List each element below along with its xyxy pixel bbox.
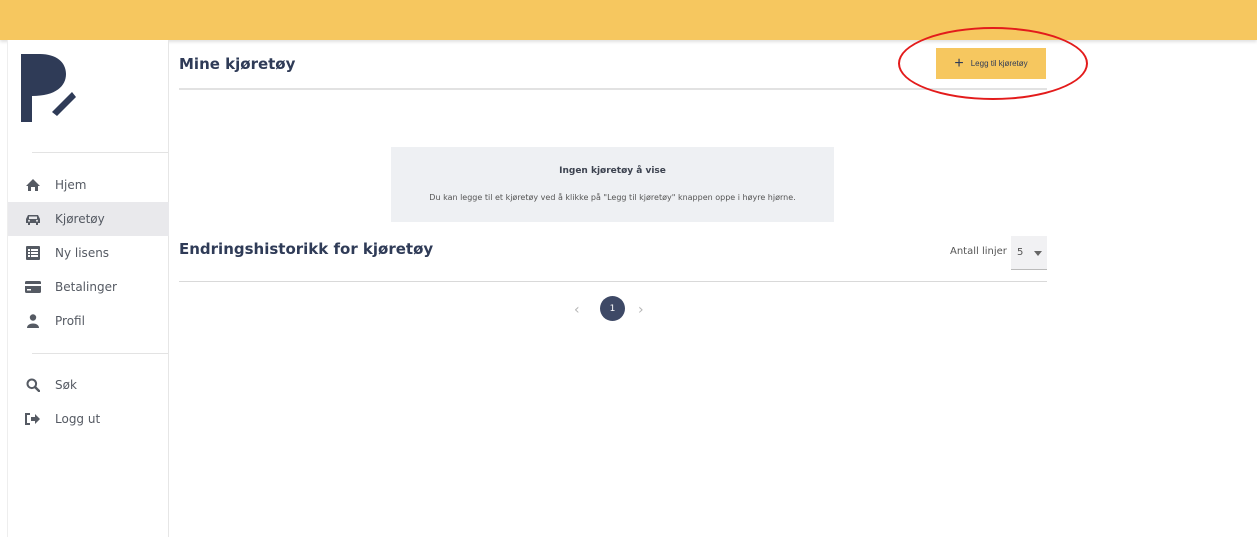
add-vehicle-button[interactable]: + Legg til kjøretøy <box>936 48 1046 79</box>
sidebar-divider <box>32 353 168 354</box>
credit-card-icon <box>25 279 41 295</box>
pagination-current-page[interactable]: 1 <box>600 296 625 321</box>
empty-state-text: Du kan legge til et kjøretøy ved å klikk… <box>429 193 796 202</box>
history-title: Endringshistorikk for kjøretøy <box>179 240 434 258</box>
caret-down-icon <box>1034 251 1042 256</box>
sidebar-item-label: Logg ut <box>55 412 101 426</box>
sidebar-item-ny-lisens[interactable]: Ny lisens <box>8 236 169 270</box>
sidebar-item-logg-ut[interactable]: Logg ut <box>8 402 169 436</box>
lines-count-select[interactable]: 5 <box>1011 236 1047 270</box>
sidebar-item-label: Ny lisens <box>55 246 110 260</box>
title-divider <box>179 88 1047 90</box>
brand-logo[interactable] <box>16 52 76 124</box>
sidebar-item-label: Hjem <box>55 178 87 192</box>
sidebar-item-label: Kjøretøy <box>55 212 105 226</box>
search-icon <box>25 377 41 393</box>
sidebar-item-betalinger[interactable]: Betalinger <box>8 270 169 304</box>
chevron-right-icon[interactable]: › <box>638 302 644 318</box>
lines-count-label: Antall linjer <box>950 246 1007 257</box>
sidebar-item-profil[interactable]: Profil <box>8 304 169 338</box>
chevron-left-icon[interactable]: ‹ <box>574 302 580 318</box>
sidebar: Hjem Kjøretøy Ny lisens Betalinger Profi <box>7 40 169 537</box>
sidebar-item-sok[interactable]: Søk <box>8 368 169 402</box>
plus-icon: + <box>954 54 964 72</box>
page-title: Mine kjøretøy <box>179 55 296 73</box>
sidebar-item-kjoretoy[interactable]: Kjøretøy <box>8 202 169 236</box>
sidebar-item-label: Profil <box>55 314 85 328</box>
sidebar-item-hjem[interactable]: Hjem <box>8 168 169 202</box>
list-icon <box>25 245 41 261</box>
car-icon <box>25 211 41 227</box>
user-icon <box>25 313 41 329</box>
app-page: Hjem Kjøretøy Ny lisens Betalinger Profi <box>0 0 1257 537</box>
top-bar <box>0 0 1257 40</box>
history-divider <box>179 281 1047 282</box>
sidebar-item-label: Betalinger <box>55 280 117 294</box>
lines-count-value: 5 <box>1017 247 1024 258</box>
sidebar-divider <box>32 152 168 153</box>
sidebar-item-label: Søk <box>55 378 77 392</box>
logout-icon <box>25 411 41 427</box>
home-icon <box>25 177 41 193</box>
empty-state: Ingen kjøretøy å vise Du kan legge til e… <box>391 147 834 222</box>
empty-state-title: Ingen kjøretøy å vise <box>559 166 666 176</box>
add-vehicle-label: Legg til kjøretøy <box>970 59 1028 68</box>
